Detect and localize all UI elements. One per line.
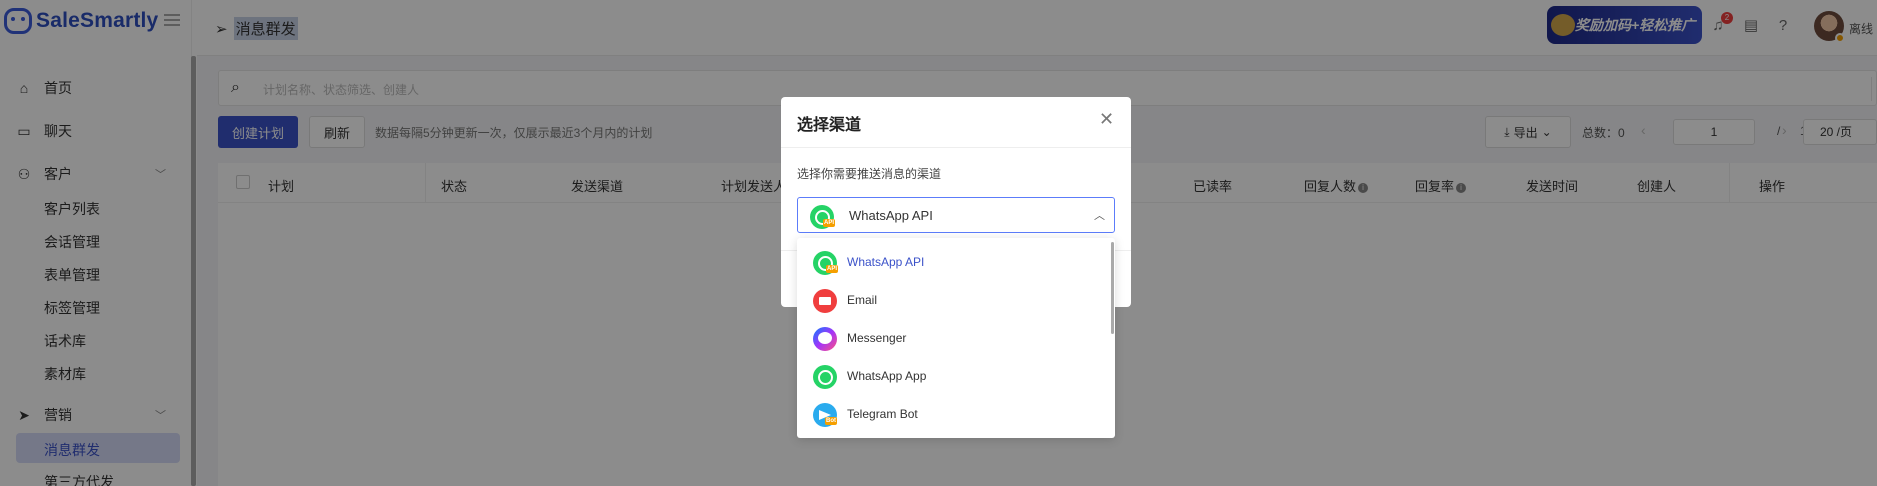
option-label: WhatsApp API (847, 255, 925, 269)
channel-select[interactable]: API WhatsApp API ︿ (797, 197, 1115, 233)
channel-label: 选择你需要推送消息的渠道 (797, 167, 942, 181)
messenger-icon (813, 327, 837, 351)
close-icon[interactable]: ✕ (1099, 109, 1114, 130)
api-tag: API (826, 265, 839, 273)
email-icon (813, 289, 837, 313)
option-label: Messenger (847, 331, 907, 345)
telegram-bot-icon: Bot (813, 403, 837, 427)
chevron-up-icon: ︿ (1094, 210, 1105, 222)
option-label: Telegram Bot (847, 407, 918, 421)
whatsapp-api-icon: API (813, 251, 839, 275)
channel-option-email[interactable]: Email (797, 281, 1107, 319)
option-label: WhatsApp App (847, 369, 927, 383)
channel-option-whatsapp-api[interactable]: API WhatsApp API (797, 243, 1107, 281)
dropdown-scrollbar[interactable] (1111, 242, 1114, 334)
divider (781, 147, 1131, 148)
option-label: Email (847, 293, 878, 307)
channel-option-whatsapp-app[interactable]: WhatsApp App (797, 357, 1107, 395)
whatsapp-icon (813, 365, 837, 389)
channel-option-telegram-bot[interactable]: Bot Telegram Bot (797, 395, 1107, 433)
bot-tag: Bot (825, 417, 837, 425)
whatsapp-api-icon: API (810, 205, 836, 229)
channel-select-value: WhatsApp API (849, 208, 933, 223)
modal-title: 选择渠道 (797, 117, 862, 134)
channel-dropdown: API WhatsApp API Email Messenger WhatsAp… (797, 238, 1115, 438)
api-tag: API (823, 219, 836, 227)
channel-option-messenger[interactable]: Messenger (797, 319, 1107, 357)
